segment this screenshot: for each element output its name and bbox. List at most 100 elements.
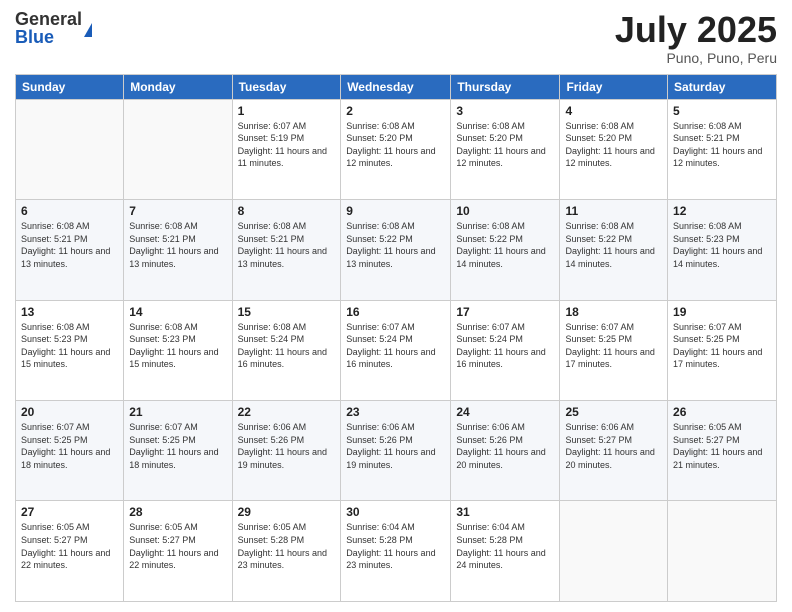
calendar-cell: 8 Sunrise: 6:08 AMSunset: 5:21 PMDaylight… <box>232 200 341 300</box>
day-number: 13 <box>21 305 118 319</box>
calendar-cell: 2Sunrise: 6:08 AMSunset: 5:20 PMDaylight… <box>341 99 451 199</box>
title-block: July 2025 Puno, Puno, Peru <box>615 10 777 66</box>
calendar-cell: 23 Sunrise: 6:06 AMSunset: 5:26 PMDayligh… <box>341 401 451 501</box>
calendar-cell: 26Sunrise: 6:05 AMSunset: 5:27 PMDayligh… <box>668 401 777 501</box>
day-number: 2 <box>346 104 445 118</box>
weekday-header: Sunday <box>16 74 124 99</box>
day-number: 23 <box>346 405 445 419</box>
weekday-header: Tuesday <box>232 74 341 99</box>
calendar-cell: 16 Sunrise: 6:07 AMSunset: 5:24 PMDayligh… <box>341 300 451 400</box>
day-info: Sunrise: 6:05 AMSunset: 5:27 PMDaylight:… <box>129 521 226 571</box>
day-number: 22 <box>238 405 336 419</box>
day-info: Sunrise: 6:08 AMSunset: 5:22 PMDaylight:… <box>456 220 554 270</box>
logo-triangle-icon <box>84 23 92 37</box>
day-info: Sunrise: 6:08 AMSunset: 5:23 PMDaylight:… <box>129 321 226 371</box>
calendar-cell: 15 Sunrise: 6:08 AMSunset: 5:24 PMDayligh… <box>232 300 341 400</box>
day-number: 4 <box>565 104 662 118</box>
day-info: Sunrise: 6:05 AMSunset: 5:27 PMDaylight:… <box>21 521 118 571</box>
calendar-cell: 12 Sunrise: 6:08 AMSunset: 5:23 PMDayligh… <box>668 200 777 300</box>
calendar-cell: 3 Sunrise: 6:08 AMSunset: 5:20 PMDaylight… <box>451 99 560 199</box>
calendar-cell: 5 Sunrise: 6:08 AMSunset: 5:21 PMDaylight… <box>668 99 777 199</box>
day-number: 27 <box>21 505 118 519</box>
day-info: Sunrise: 6:04 AMSunset: 5:28 PMDaylight:… <box>346 521 445 571</box>
day-info: Sunrise: 6:08 AMSunset: 5:21 PMDaylight:… <box>129 220 226 270</box>
day-info: Sunrise: 6:07 AMSunset: 5:24 PMDaylight:… <box>346 321 445 371</box>
logo-text: General Blue <box>15 10 82 46</box>
calendar-cell: 4 Sunrise: 6:08 AMSunset: 5:20 PMDaylight… <box>560 99 668 199</box>
day-info: Sunrise: 6:07 AMSunset: 5:25 PMDaylight:… <box>21 421 118 471</box>
calendar-week-row: 1 Sunrise: 6:07 AMSunset: 5:19 PMDaylight… <box>16 99 777 199</box>
calendar-week-row: 27 Sunrise: 6:05 AMSunset: 5:27 PMDayligh… <box>16 501 777 602</box>
day-info: Sunrise: 6:08 AMSunset: 5:21 PMDaylight:… <box>673 120 771 170</box>
calendar-cell: 9 Sunrise: 6:08 AMSunset: 5:22 PMDaylight… <box>341 200 451 300</box>
day-info: Sunrise: 6:06 AMSunset: 5:26 PMDaylight:… <box>456 421 554 471</box>
title-location: Puno, Puno, Peru <box>615 50 777 66</box>
calendar-cell: 11Sunrise: 6:08 AMSunset: 5:22 PMDayligh… <box>560 200 668 300</box>
day-number: 11 <box>565 204 662 218</box>
day-info: Sunrise: 6:08 AMSunset: 5:22 PMDaylight:… <box>346 220 445 270</box>
weekday-header: Monday <box>124 74 232 99</box>
calendar-cell: 30 Sunrise: 6:04 AMSunset: 5:28 PMDayligh… <box>341 501 451 602</box>
calendar-cell <box>16 99 124 199</box>
weekday-header: Friday <box>560 74 668 99</box>
calendar-cell <box>560 501 668 602</box>
calendar-table: SundayMondayTuesdayWednesdayThursdayFrid… <box>15 74 777 602</box>
day-info: Sunrise: 6:08 AMSunset: 5:20 PMDaylight:… <box>456 120 554 170</box>
day-number: 24 <box>456 405 554 419</box>
day-info: Sunrise: 6:08 AMSunset: 5:21 PMDaylight:… <box>21 220 118 270</box>
calendar-cell: 14Sunrise: 6:08 AMSunset: 5:23 PMDayligh… <box>124 300 232 400</box>
day-info: Sunrise: 6:07 AMSunset: 5:19 PMDaylight:… <box>238 120 336 170</box>
day-number: 30 <box>346 505 445 519</box>
calendar-cell: 6Sunrise: 6:08 AMSunset: 5:21 PMDaylight… <box>16 200 124 300</box>
calendar-cell: 20 Sunrise: 6:07 AMSunset: 5:25 PMDayligh… <box>16 401 124 501</box>
calendar-week-row: 13 Sunrise: 6:08 AMSunset: 5:23 PMDayligh… <box>16 300 777 400</box>
day-number: 18 <box>565 305 662 319</box>
day-info: Sunrise: 6:08 AMSunset: 5:21 PMDaylight:… <box>238 220 336 270</box>
weekday-header: Wednesday <box>341 74 451 99</box>
page: General Blue July 2025 Puno, Puno, Peru … <box>0 0 792 612</box>
day-number: 5 <box>673 104 771 118</box>
day-info: Sunrise: 6:04 AMSunset: 5:28 PMDaylight:… <box>456 521 554 571</box>
calendar-cell: 29Sunrise: 6:05 AMSunset: 5:28 PMDayligh… <box>232 501 341 602</box>
day-number: 17 <box>456 305 554 319</box>
day-info: Sunrise: 6:07 AMSunset: 5:25 PMDaylight:… <box>129 421 226 471</box>
day-number: 10 <box>456 204 554 218</box>
calendar-cell: 13Sunrise: 6:08 AMSunset: 5:23 PMDayligh… <box>16 300 124 400</box>
calendar-cell: 7 Sunrise: 6:08 AMSunset: 5:21 PMDaylight… <box>124 200 232 300</box>
header: General Blue July 2025 Puno, Puno, Peru <box>15 10 777 66</box>
weekday-header: Thursday <box>451 74 560 99</box>
day-info: Sunrise: 6:08 AMSunset: 5:24 PMDaylight:… <box>238 321 336 371</box>
day-info: Sunrise: 6:08 AMSunset: 5:20 PMDaylight:… <box>565 120 662 170</box>
day-info: Sunrise: 6:08 AMSunset: 5:23 PMDaylight:… <box>673 220 771 270</box>
day-info: Sunrise: 6:06 AMSunset: 5:27 PMDaylight:… <box>565 421 662 471</box>
calendar-cell <box>668 501 777 602</box>
calendar-cell: 28 Sunrise: 6:05 AMSunset: 5:27 PMDayligh… <box>124 501 232 602</box>
weekday-header: Saturday <box>668 74 777 99</box>
weekday-header-row: SundayMondayTuesdayWednesdayThursdayFrid… <box>16 74 777 99</box>
calendar-cell: 1 Sunrise: 6:07 AMSunset: 5:19 PMDaylight… <box>232 99 341 199</box>
day-number: 12 <box>673 204 771 218</box>
day-info: Sunrise: 6:05 AMSunset: 5:28 PMDaylight:… <box>238 521 336 571</box>
day-number: 28 <box>129 505 226 519</box>
day-number: 8 <box>238 204 336 218</box>
calendar-cell: 18Sunrise: 6:07 AMSunset: 5:25 PMDayligh… <box>560 300 668 400</box>
day-number: 1 <box>238 104 336 118</box>
calendar-cell: 25Sunrise: 6:06 AMSunset: 5:27 PMDayligh… <box>560 401 668 501</box>
day-number: 16 <box>346 305 445 319</box>
logo-blue: Blue <box>15 28 82 46</box>
calendar-cell: 24 Sunrise: 6:06 AMSunset: 5:26 PMDayligh… <box>451 401 560 501</box>
day-number: 7 <box>129 204 226 218</box>
day-number: 26 <box>673 405 771 419</box>
day-number: 15 <box>238 305 336 319</box>
title-month: July 2025 <box>615 10 777 50</box>
day-info: Sunrise: 6:06 AMSunset: 5:26 PMDaylight:… <box>238 421 336 471</box>
day-info: Sunrise: 6:06 AMSunset: 5:26 PMDaylight:… <box>346 421 445 471</box>
day-number: 3 <box>456 104 554 118</box>
calendar-cell: 27 Sunrise: 6:05 AMSunset: 5:27 PMDayligh… <box>16 501 124 602</box>
day-number: 9 <box>346 204 445 218</box>
day-number: 31 <box>456 505 554 519</box>
day-info: Sunrise: 6:07 AMSunset: 5:24 PMDaylight:… <box>456 321 554 371</box>
day-number: 20 <box>21 405 118 419</box>
calendar-week-row: 20 Sunrise: 6:07 AMSunset: 5:25 PMDayligh… <box>16 401 777 501</box>
calendar-cell: 22 Sunrise: 6:06 AMSunset: 5:26 PMDayligh… <box>232 401 341 501</box>
